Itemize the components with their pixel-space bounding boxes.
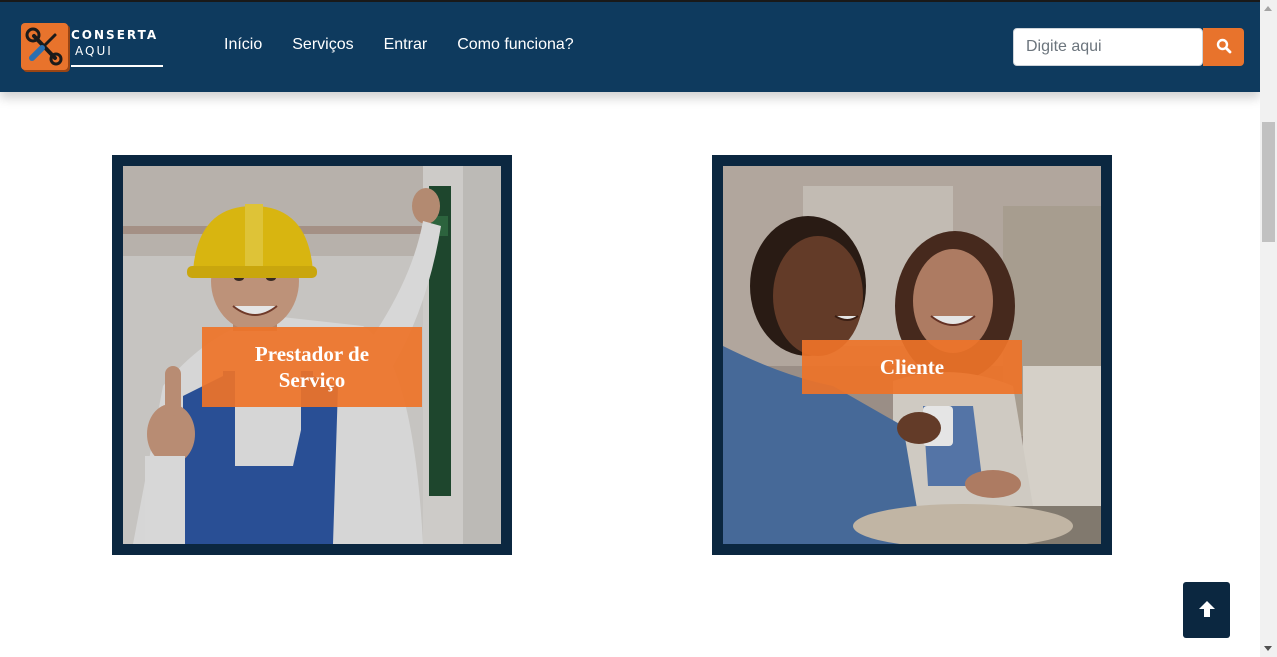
card-label-cliente[interactable]: Cliente [802,340,1022,394]
nav-link-como-funciona[interactable]: Como funciona? [457,36,574,54]
card-prestador[interactable]: Prestador de Serviço [112,155,512,555]
smiling-couple-photo: Cliente [723,166,1101,544]
scroll-thumb[interactable] [1262,122,1275,242]
page-scrollbar[interactable] [1260,0,1277,657]
brand-name-line1: CONSERTA [71,28,159,42]
card-label-prestador[interactable]: Prestador de Serviço [202,327,422,407]
search-button[interactable] [1203,28,1244,66]
scroll-down-arrow-icon[interactable] [1264,646,1272,651]
nav-link-servicos[interactable]: Serviços [292,36,353,54]
nav-menu: Início Serviços Entrar Como funciona? [224,36,604,54]
nav-link-entrar[interactable]: Entrar [384,36,428,54]
arrow-up-icon [1198,600,1216,621]
brand-name-line2: AQUI [75,44,113,58]
nav-link-inicio[interactable]: Início [224,36,262,54]
navbar: CONSERTA AQUI Início Serviços Entrar Com… [0,2,1260,92]
wrench-screwdriver-icon [21,23,68,70]
card-cliente[interactable]: Cliente [712,155,1112,555]
brand-underline [71,65,163,67]
worker-thumbs-up-photo: Prestador de Serviço [123,166,501,544]
scroll-up-arrow-icon[interactable] [1264,6,1272,11]
search-icon [1216,38,1232,57]
search-input[interactable] [1013,28,1203,66]
back-to-top-button[interactable] [1183,582,1230,638]
brand-logo[interactable]: CONSERTA AQUI [21,23,166,73]
